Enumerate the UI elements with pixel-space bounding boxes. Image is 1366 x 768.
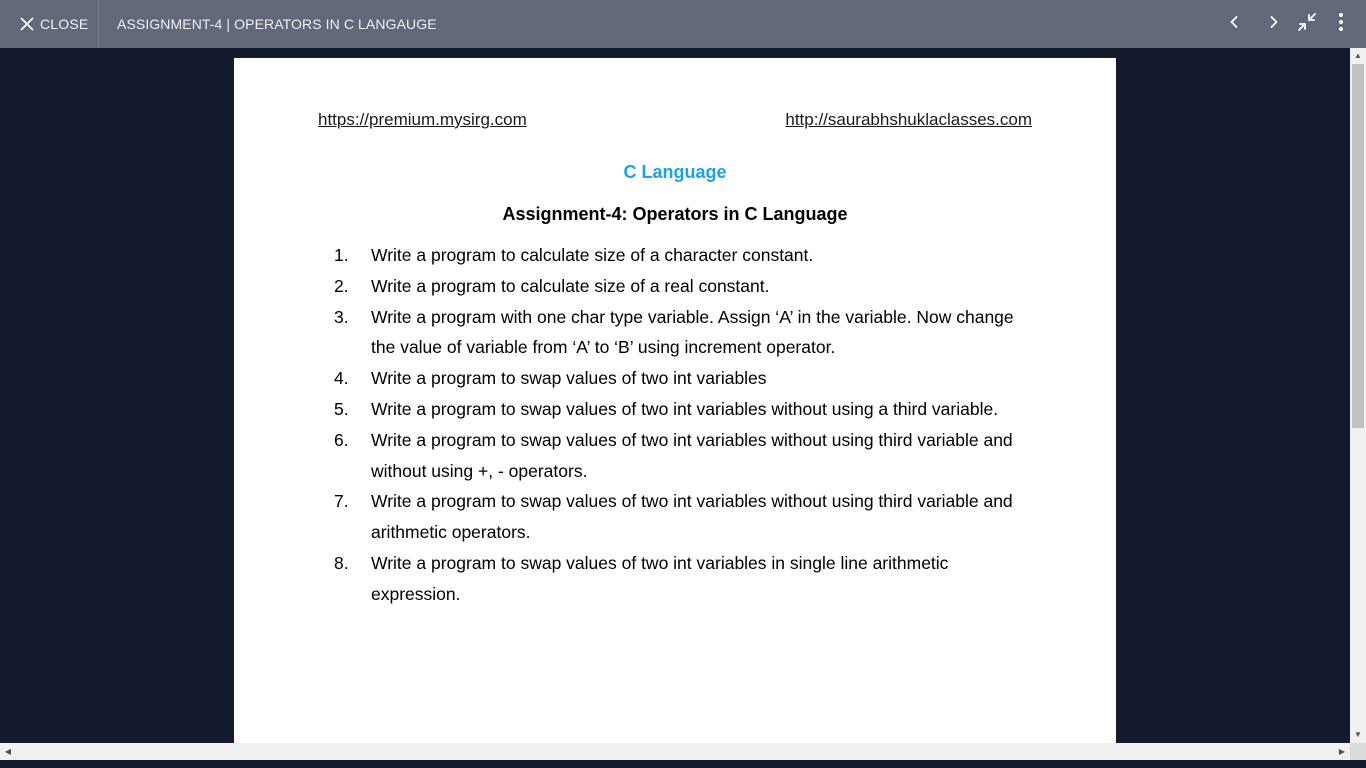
- scroll-left-icon[interactable]: ◀: [0, 743, 16, 760]
- list-item-number: 4.: [334, 368, 349, 389]
- classes-link[interactable]: http://saurabhshuklaclasses.com: [785, 110, 1032, 130]
- exit-fullscreen-icon: [1295, 10, 1319, 39]
- list-item: 5. Write a program to swap values of two …: [324, 394, 1034, 425]
- list-item-text: Write a program to swap values of two in…: [371, 491, 1013, 543]
- close-label: CLOSE: [40, 16, 89, 32]
- list-item-number: 6.: [334, 429, 349, 450]
- scrollbar-corner: [1350, 743, 1366, 760]
- list-item-number: 1.: [334, 245, 349, 265]
- list-item-number: 7.: [334, 491, 349, 512]
- course-title: C Language: [623, 162, 727, 182]
- list-item: 7. Write a program to swap values of two …: [324, 486, 1034, 548]
- list-item-text: Write a program with one char type varia…: [371, 306, 1014, 358]
- list-item-number: 5.: [334, 398, 349, 419]
- assignment-heading: Assignment-4: Operators in C Language: [502, 204, 848, 224]
- vertical-scroll-thumb[interactable]: [1352, 64, 1364, 428]
- list-item: 1. Write a program to calculate size of a…: [324, 240, 1034, 271]
- close-button[interactable]: CLOSE: [0, 0, 99, 48]
- scroll-down-icon[interactable]: ▼: [1350, 727, 1366, 743]
- list-item-text: Write a program to swap values of two in…: [371, 368, 767, 389]
- exit-fullscreen-button[interactable]: [1295, 12, 1319, 36]
- document-page: https://premium.mysirg.com http://saurab…: [234, 58, 1116, 743]
- question-list: 1. Write a program to calculate size of a…: [324, 240, 1034, 610]
- list-item-text: Write a program to swap values of two in…: [371, 398, 999, 419]
- premium-link[interactable]: https://premium.mysirg.com: [318, 110, 527, 130]
- list-item-number: 3.: [334, 306, 349, 327]
- header-links: https://premium.mysirg.com http://saurab…: [318, 110, 1032, 132]
- list-item-text: Write a program to swap values of two in…: [371, 429, 1013, 481]
- list-item-text: Write a program to swap values of two in…: [371, 552, 949, 604]
- more-vert-icon: [1329, 10, 1353, 39]
- next-button[interactable]: [1262, 12, 1286, 36]
- horizontal-scrollbar[interactable]: ◀ ▶: [0, 743, 1350, 760]
- previous-button[interactable]: [1222, 12, 1246, 36]
- list-item-text: Write a program to calculate size of a r…: [371, 275, 770, 296]
- document-title: ASSIGNMENT-4 | OPERATORS IN C LANGAUGE: [117, 16, 437, 32]
- list-item: 3. Write a program with one char type var…: [324, 302, 1034, 364]
- list-item-number: 2.: [334, 275, 349, 296]
- list-item: 8. Write a program to swap values of two …: [324, 548, 1034, 610]
- more-options-button[interactable]: [1329, 12, 1353, 36]
- list-item: 4. Write a program to swap values of two …: [324, 363, 1034, 394]
- scroll-right-icon[interactable]: ▶: [1334, 743, 1350, 760]
- document-viewer[interactable]: https://premium.mysirg.com http://saurab…: [0, 48, 1350, 743]
- vertical-scrollbar[interactable]: ▲ ▼: [1350, 48, 1366, 743]
- close-icon: [20, 17, 34, 31]
- chevron-right-icon: [1262, 10, 1286, 39]
- list-item: 6. Write a program to swap values of two …: [324, 425, 1034, 487]
- list-item-number: 8.: [334, 552, 349, 573]
- list-item-text: Write a program to calculate size of a c…: [371, 245, 814, 265]
- scroll-up-icon[interactable]: ▲: [1350, 48, 1366, 64]
- viewer-toolbar: CLOSE ASSIGNMENT-4 | OPERATORS IN C LANG…: [0, 0, 1366, 48]
- chevron-left-icon: [1222, 10, 1246, 39]
- list-item: 2. Write a program to calculate size of a…: [324, 271, 1034, 302]
- viewer-bottom-edge: [0, 760, 1366, 768]
